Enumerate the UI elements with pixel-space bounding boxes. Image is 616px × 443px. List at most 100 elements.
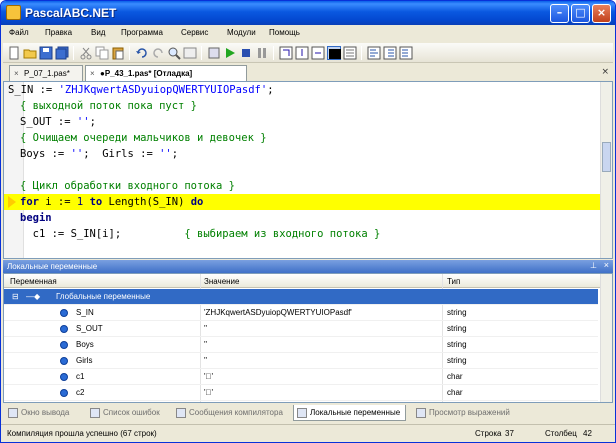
cell-value: 'ZHJKqwertASDyuiopQWERTYUIOPasdf' bbox=[204, 308, 352, 317]
minimize-button[interactable]: – bbox=[550, 4, 569, 23]
pin-icon[interactable]: ⊥ bbox=[590, 261, 597, 270]
unindent-icon[interactable] bbox=[399, 46, 413, 60]
save-icon[interactable] bbox=[39, 46, 53, 60]
menu-help[interactable]: Помощь bbox=[269, 28, 300, 37]
undo-icon[interactable] bbox=[135, 46, 149, 60]
code-line[interactable]: S_IN := 'ZHJKqwertASDyuiopQWERTYUIOPasdf… bbox=[8, 82, 274, 98]
code-line[interactable]: S_OUT := ''; bbox=[20, 114, 96, 130]
close-document-icon[interactable]: × bbox=[601, 67, 609, 77]
table-row[interactable]: Boys '' string bbox=[4, 337, 598, 353]
table-row[interactable]: c1 ' ' char bbox=[4, 369, 598, 385]
menu-program[interactable]: Программа bbox=[121, 28, 163, 37]
locals-panel-title: Локальные переменные bbox=[7, 262, 98, 271]
code-line[interactable]: c1 := S_IN[i]; { выбираем из входного по… bbox=[20, 226, 381, 242]
collapse-icon[interactable]: ⊟ bbox=[12, 292, 19, 301]
code-token: ; bbox=[89, 116, 96, 128]
code-line[interactable]: Boys := ''; Girls := ''; bbox=[20, 146, 178, 162]
code-line[interactable]: { выходной поток пока пуст } bbox=[20, 98, 197, 114]
tab-label: Окно вывода bbox=[21, 408, 70, 417]
locals-scrollbar[interactable] bbox=[600, 274, 612, 402]
compile-icon[interactable] bbox=[207, 46, 221, 60]
tab-p-43-1[interactable]: × ●P_43_1.pas* [Отладка] bbox=[85, 65, 247, 81]
panel-close-icon[interactable]: × bbox=[604, 260, 609, 270]
column-type[interactable]: Тип bbox=[447, 277, 460, 286]
group-row-globals[interactable]: ⊟ —◆ Глобальные переменные bbox=[4, 289, 598, 305]
menu-file[interactable]: Файл bbox=[9, 28, 29, 37]
find-icon[interactable] bbox=[167, 46, 181, 60]
menu-edit[interactable]: Правка bbox=[45, 28, 72, 37]
save-all-icon[interactable] bbox=[55, 46, 69, 60]
cell-value: ' ' bbox=[204, 388, 214, 397]
menu-modules[interactable]: Модули bbox=[227, 28, 256, 37]
cell-value: '' bbox=[204, 356, 208, 365]
cell-type: string bbox=[447, 324, 467, 333]
code-token: { выходной поток пока пуст } bbox=[20, 100, 198, 112]
status-message: Компиляция прошла успешно (67 строк) bbox=[7, 429, 157, 438]
tab-output[interactable]: Окно вывода bbox=[5, 405, 74, 421]
tab-close-icon[interactable]: × bbox=[14, 69, 19, 78]
tab-p-07-1[interactable]: × P_07_1.pas* bbox=[9, 65, 83, 81]
column-value[interactable]: Значение bbox=[204, 277, 239, 286]
compiler-messages-icon bbox=[176, 408, 186, 418]
redo-icon[interactable] bbox=[151, 46, 165, 60]
close-button[interactable]: × bbox=[592, 4, 611, 23]
variable-icon bbox=[60, 341, 68, 349]
window-title: PascalABC.NET bbox=[25, 6, 117, 20]
output-window-icon bbox=[8, 408, 18, 418]
tab-label: P_07_1.pas* bbox=[24, 69, 70, 78]
tab-label: Локальные переменные bbox=[310, 408, 401, 417]
table-row[interactable]: S_IN 'ZHJKqwertASDyuiopQWERTYUIOPasdf' str… bbox=[4, 305, 598, 321]
variable-icon bbox=[60, 357, 68, 365]
watch-window-icon bbox=[416, 408, 426, 418]
variable-icon bbox=[60, 389, 68, 397]
code-token: c1 := S_IN[i]; bbox=[20, 228, 185, 240]
open-folder-icon[interactable] bbox=[23, 46, 37, 60]
column-variable[interactable]: Переменная bbox=[10, 277, 57, 286]
paste-icon[interactable] bbox=[111, 46, 125, 60]
table-row[interactable]: Girls '' string bbox=[4, 353, 598, 369]
tab-local-variables[interactable]: Локальные переменные bbox=[293, 405, 407, 421]
editor-scrollbar[interactable] bbox=[600, 82, 612, 258]
menu-view[interactable]: Вид bbox=[91, 28, 105, 37]
maximize-button[interactable]: □ bbox=[571, 4, 590, 23]
cell-type: char bbox=[447, 388, 463, 397]
code-editor[interactable]: S_IN := 'ZHJKqwertASDyuiopQWERTYUIOPasdf… bbox=[3, 81, 613, 259]
app-icon bbox=[6, 5, 21, 20]
menu-service[interactable]: Сервис bbox=[181, 28, 208, 37]
watch-icon[interactable] bbox=[343, 46, 357, 60]
tab-compiler-messages[interactable]: Сообщения компилятора bbox=[173, 405, 288, 421]
code-token: S_OUT := bbox=[20, 116, 77, 128]
stop-icon[interactable] bbox=[239, 46, 253, 60]
step-over-icon[interactable] bbox=[279, 46, 293, 60]
tab-close-icon[interactable]: × bbox=[90, 69, 95, 78]
format-icon[interactable] bbox=[367, 46, 381, 60]
cut-icon[interactable] bbox=[79, 46, 93, 60]
step-into-icon[interactable] bbox=[295, 46, 309, 60]
locals-panel-title-bar: Локальные переменные ⊥ × bbox=[3, 260, 613, 273]
tab-label: Просмотр выражений bbox=[429, 408, 510, 417]
code-token: S_IN := bbox=[8, 84, 59, 96]
group-label: Глобальные переменные bbox=[56, 292, 151, 301]
console-icon[interactable] bbox=[327, 46, 341, 60]
code-line[interactable]: begin bbox=[20, 210, 52, 226]
cell-type: char bbox=[447, 372, 463, 381]
tab-error-list[interactable]: Список ошибок bbox=[87, 405, 165, 421]
code-token: { Цикл обработки входного потока } bbox=[20, 180, 235, 192]
code-line[interactable]: { Цикл обработки входного потока } bbox=[20, 178, 235, 194]
code-line[interactable]: { Очищаем очереди мальчиков и девочек } bbox=[20, 130, 267, 146]
main-window: PascalABC.NET – □ × Файл Правка Вид Прог… bbox=[0, 0, 616, 443]
indent-icon[interactable] bbox=[383, 46, 397, 60]
bottom-tab-strip: Окно вывода Список ошибок Сообщения комп… bbox=[3, 403, 613, 423]
pause-icon[interactable] bbox=[255, 46, 269, 60]
copy-icon[interactable] bbox=[95, 46, 109, 60]
run-icon[interactable] bbox=[223, 46, 237, 60]
cell-value: ' ' bbox=[204, 372, 214, 381]
new-file-icon[interactable] bbox=[7, 46, 21, 60]
variable-icon bbox=[60, 325, 68, 333]
table-row[interactable]: S_OUT '' string bbox=[4, 321, 598, 337]
replace-icon[interactable] bbox=[183, 46, 197, 60]
table-row[interactable]: c2 ' ' char bbox=[4, 385, 598, 401]
run-to-cursor-icon[interactable] bbox=[311, 46, 325, 60]
tab-watch[interactable]: Просмотр выражений bbox=[413, 405, 515, 421]
code-line[interactable]: for i := 1 to Length(S_IN) do bbox=[20, 194, 203, 210]
